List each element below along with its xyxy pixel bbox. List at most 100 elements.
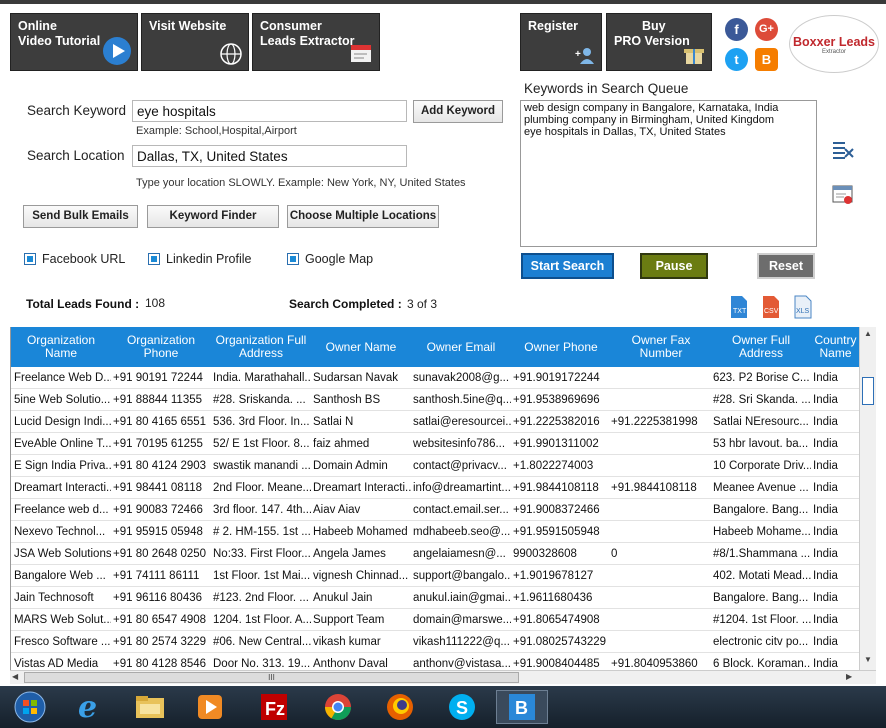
table-cell[interactable]: 1204. 1st Floor. A... [213,609,311,631]
horizontal-scrollbar[interactable]: ◀ III ▶ [10,670,876,684]
vertical-scroll-thumb[interactable] [862,377,874,405]
table-cell[interactable]: +91.9019172244 [513,367,611,389]
table-cell[interactable]: # 2. HM-155. 1st ... [213,521,311,543]
table-cell[interactable]: +91 80 2574 3229 [113,631,211,653]
table-cell[interactable]: India [813,499,859,521]
table-cell[interactable] [611,587,711,609]
file-explorer-icon[interactable] [124,690,176,724]
table-row[interactable]: Nexevo Technol... +91 95915 05948 # 2. HM-… [11,521,859,543]
table-cell[interactable]: +91 88844 11355 [113,389,211,411]
visit-website-button[interactable]: Visit Website [141,13,249,71]
table-cell[interactable]: contact@privacv... [413,455,511,477]
table-cell[interactable]: 623. P2 Borise C... [713,367,811,389]
column-header[interactable]: Owner Email [411,327,511,367]
table-cell[interactable]: Domain Admin [313,455,411,477]
chrome-icon[interactable] [312,690,364,724]
reset-button[interactable]: Reset [757,253,815,279]
table-cell[interactable]: +91 80 2648 0250 [113,543,211,565]
table-cell[interactable]: Bangalore. Bang... [713,499,811,521]
table-cell[interactable]: vignesh Chinnad... [313,565,411,587]
table-cell[interactable]: India [813,367,859,389]
skype-icon[interactable]: S [436,690,488,724]
column-header[interactable]: Organization Name [11,327,111,367]
table-cell[interactable]: +1.9611680436 [513,587,611,609]
table-cell[interactable]: EveAble Online T... [14,433,111,455]
table-cell[interactable]: anthonv@vistasa... [413,653,511,670]
table-cell[interactable]: +91 90191 72244 [113,367,211,389]
table-cell[interactable] [611,521,711,543]
table-cell[interactable]: India [813,631,859,653]
table-row[interactable]: Dreamart Interacti... +91 98441 08118 2nd … [11,477,859,499]
table-cell[interactable]: +91.2225382016 [513,411,611,433]
table-cell[interactable]: +91.8065474908 [513,609,611,631]
table-row[interactable]: Jain Technosoft +91 96116 80436 #123. 2nd … [11,587,859,609]
table-row[interactable]: JSA Web Solutions +91 80 2648 0250 No:33. … [11,543,859,565]
table-cell[interactable]: Sudarsan Navak [313,367,411,389]
table-cell[interactable]: Freelance web d... [14,499,111,521]
firefox-icon[interactable] [374,690,426,724]
table-cell[interactable]: support@bangalo... [413,565,511,587]
table-cell[interactable]: +91.9901311002 [513,433,611,455]
table-cell[interactable]: Vistas AD Media [14,653,111,670]
table-cell[interactable]: #06. New Central... [213,631,311,653]
scroll-down-icon[interactable]: ▼ [863,655,873,665]
table-cell[interactable]: angelaiamesn@... [413,543,511,565]
delete-window-icon[interactable] [832,185,854,205]
table-cell[interactable]: Santhosh BS [313,389,411,411]
table-cell[interactable]: Anthonv Daval [313,653,411,670]
table-cell[interactable]: Habeeb Mohame... [713,521,811,543]
table-cell[interactable]: +91 96116 80436 [113,587,211,609]
table-cell[interactable]: Support Team [313,609,411,631]
table-cell[interactable]: +91 98441 08118 [113,477,211,499]
table-cell[interactable]: India [813,521,859,543]
table-cell[interactable]: Dreamart Interacti... [313,477,411,499]
table-cell[interactable]: 3rd floor. 147. 4th... [213,499,311,521]
facebook-url-check[interactable] [24,253,36,265]
table-cell[interactable]: satlai@eresourcei... [413,411,511,433]
table-cell[interactable]: India. Marathahall... [213,367,311,389]
table-cell[interactable]: +1.8022274003 [513,455,611,477]
table-cell[interactable]: Bangalore Web ... [14,565,111,587]
column-header[interactable]: Organization Phone [111,327,211,367]
register-button[interactable]: Register + [520,13,602,71]
table-cell[interactable]: +91.9844108118 [513,477,611,499]
queue-item[interactable]: web design company in Bangalore, Karnata… [524,102,813,114]
table-cell[interactable]: +91 80 4128 8546 [113,653,211,670]
table-cell[interactable] [611,499,711,521]
table-cell[interactable]: India [813,609,859,631]
filezilla-icon[interactable]: Fz [248,690,300,724]
table-cell[interactable]: +91.08025743229 [513,631,611,653]
table-cell[interactable]: Freelance Web D... [14,367,111,389]
table-cell[interactable]: +91.9538969696 [513,389,611,411]
table-cell[interactable]: 536. 3rd Floor. In... [213,411,311,433]
table-cell[interactable]: India [813,411,859,433]
table-row[interactable]: Freelance Web D... +91 90191 72244 India. … [11,367,859,389]
internet-explorer-icon[interactable]: e [64,690,116,724]
table-cell[interactable]: +91 80 6547 4908 [113,609,211,631]
table-cell[interactable]: Satlai NEresourc... [713,411,811,433]
search-location-input[interactable] [132,145,407,167]
table-cell[interactable]: +91.9008404485 [513,653,611,670]
table-cell[interactable]: #28. Sriskanda. ... [213,389,311,411]
table-cell[interactable]: 5ine Web Solutio... [14,389,111,411]
media-player-icon[interactable] [184,690,236,724]
table-cell[interactable]: 10 Corporate Driv... [713,455,811,477]
table-cell[interactable]: 6 Block. Koraman... [713,653,811,670]
results-grid[interactable]: Organization Name Organization Phone Organ… [10,327,859,670]
table-cell[interactable]: Jain Technosoft [14,587,111,609]
table-cell[interactable]: #28. Sri Skanda. ... [713,389,811,411]
table-cell[interactable]: +91 80 4124 2903 [113,455,211,477]
start-search-button[interactable]: Start Search [521,253,614,279]
table-row[interactable]: E Sign India Priva... +91 80 4124 2903 swa… [11,455,859,477]
table-cell[interactable]: 2nd Floor. Meane... [213,477,311,499]
table-cell[interactable]: +1.9019678127 [513,565,611,587]
table-cell[interactable]: +91.9008372466 [513,499,611,521]
table-cell[interactable]: E Sign India Priva... [14,455,111,477]
table-cell[interactable]: India [813,433,859,455]
table-cell[interactable] [611,631,711,653]
blogger-icon[interactable]: B [755,48,778,71]
table-cell[interactable] [611,367,711,389]
table-row[interactable]: 5ine Web Solutio... +91 88844 11355 #28. S… [11,389,859,411]
table-cell[interactable]: Dreamart Interacti... [14,477,111,499]
table-cell[interactable]: Habeeb Mohamed [313,521,411,543]
